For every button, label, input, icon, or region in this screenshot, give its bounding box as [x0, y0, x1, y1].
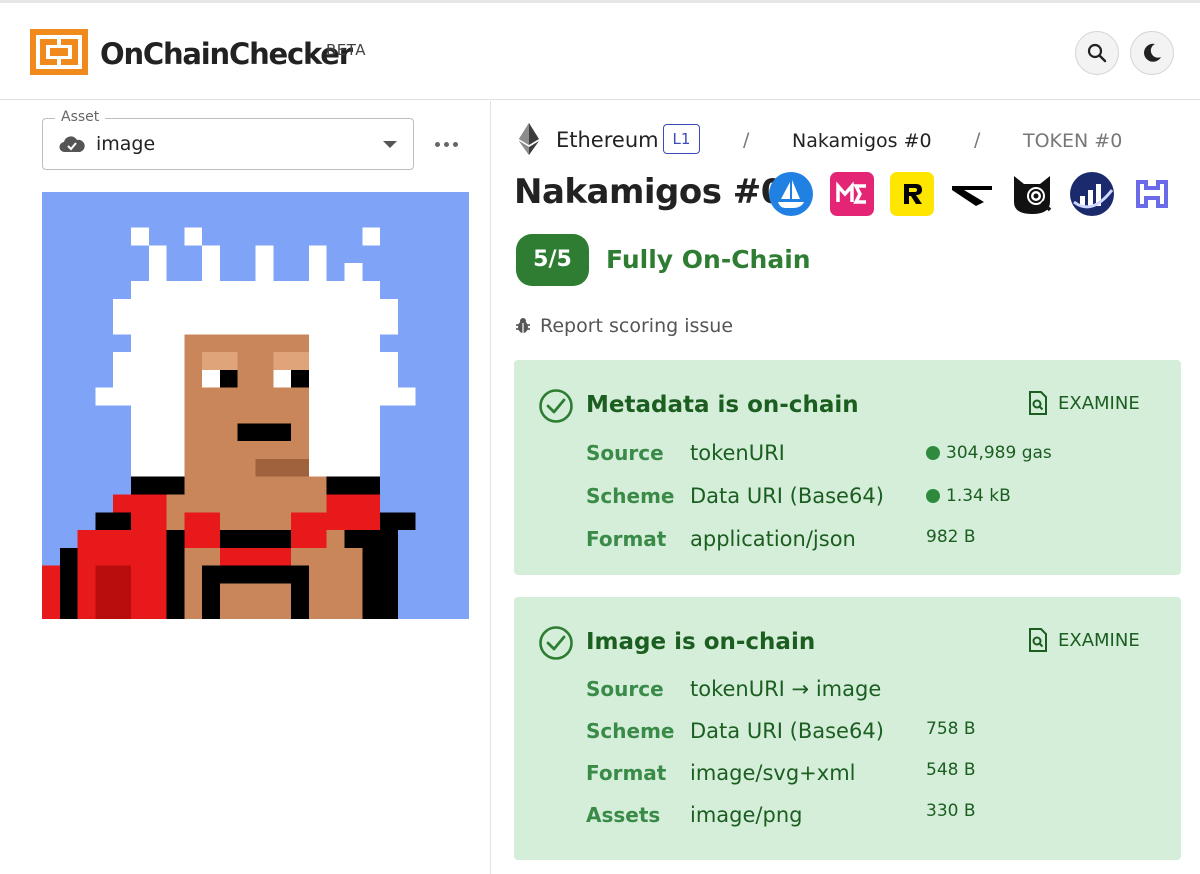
theme-toggle-button[interactable]	[1130, 31, 1174, 75]
asset-select-label: Asset	[55, 109, 106, 125]
app-header: OnChainChecker BETA	[0, 3, 1200, 100]
opensea-icon[interactable]	[769, 172, 813, 216]
search-button[interactable]	[1075, 31, 1119, 75]
row-stat: 758 B	[926, 719, 976, 739]
chain-link-icon[interactable]	[1130, 172, 1174, 216]
check-circle-icon	[539, 626, 573, 660]
bug-icon	[516, 318, 530, 333]
row-value: Data URI (Base64)	[690, 484, 884, 508]
x2y2-icon[interactable]	[950, 172, 994, 216]
row-value: tokenURI → image	[690, 677, 882, 701]
row-label: Source	[586, 677, 664, 701]
row-stat: 304,989 gas	[926, 443, 1052, 463]
dot-icon	[452, 141, 458, 147]
report-issue-label: Report scoring issue	[540, 315, 734, 337]
panel-divider	[490, 101, 491, 874]
document-search-icon	[1029, 628, 1047, 652]
examine-label: EXAMINE	[1058, 629, 1140, 651]
more-options-button[interactable]	[430, 132, 462, 156]
row-value: image/png	[690, 803, 803, 827]
check-circle-icon	[539, 389, 573, 423]
gas-value: 304,989 gas	[946, 443, 1052, 463]
analytics-icon[interactable]	[1070, 172, 1114, 216]
page-title: Nakamigos #0	[514, 172, 784, 212]
breadcrumb-separator: /	[974, 129, 981, 151]
row-label: Scheme	[586, 484, 675, 508]
metadata-card-title: Metadata is on-chain	[586, 392, 859, 418]
beta-badge: BETA	[326, 41, 367, 59]
document-search-icon	[1029, 391, 1047, 415]
row-value: tokenURI	[690, 441, 785, 465]
row-value: image/svg+xml	[690, 761, 856, 785]
row-stat: 548 B	[926, 760, 976, 780]
row-label: Format	[586, 527, 667, 551]
examine-image-button[interactable]: EXAMINE	[1028, 628, 1140, 652]
breadcrumb-collection[interactable]: Nakamigos #0	[792, 130, 932, 152]
dot-icon	[443, 141, 449, 147]
status-dot-icon	[926, 446, 940, 460]
magic-eden-icon[interactable]	[830, 172, 874, 216]
row-stat: 1.34 kB	[926, 486, 1011, 506]
row-label: Source	[586, 441, 664, 465]
breadcrumb-token: TOKEN #0	[1023, 130, 1123, 152]
asset-select[interactable]: Asset image	[42, 109, 414, 170]
breadcrumb-separator: /	[743, 129, 750, 151]
row-value: application/json	[690, 527, 856, 551]
metadata-card: Metadata is on-chain EXAMINE Source toke…	[514, 360, 1181, 575]
examine-label: EXAMINE	[1058, 392, 1140, 414]
row-label: Scheme	[586, 719, 675, 743]
image-card-title: Image is on-chain	[586, 629, 816, 655]
score-label: Fully On-Chain	[606, 245, 811, 274]
cat-lens-icon[interactable]	[1010, 172, 1054, 216]
search-icon	[1087, 43, 1107, 63]
row-value: Data URI (Base64)	[690, 719, 884, 743]
layer-badge: L1	[663, 124, 700, 154]
row-stat: 330 B	[926, 801, 976, 821]
row-label: Assets	[586, 803, 661, 827]
status-dot-icon	[926, 489, 940, 503]
dot-icon	[434, 141, 440, 147]
score-badge: 5/5	[516, 234, 589, 286]
chevron-down-icon	[383, 141, 397, 148]
row-stat: 982 B	[926, 527, 976, 547]
size-value: 1.34 kB	[946, 486, 1011, 506]
rarible-icon[interactable]	[890, 172, 934, 216]
logo-icon[interactable]	[30, 29, 88, 75]
cloud-icon	[59, 136, 85, 153]
report-issue-link[interactable]: Report scoring issue	[514, 315, 733, 337]
image-card: Image is on-chain EXAMINE Source tokenUR…	[514, 597, 1181, 860]
nft-image	[42, 192, 469, 619]
examine-metadata-button[interactable]: EXAMINE	[1028, 391, 1140, 415]
moon-icon	[1144, 43, 1161, 62]
row-label: Format	[586, 761, 667, 785]
asset-select-value: image	[96, 133, 156, 155]
app-name[interactable]: OnChainChecker	[100, 37, 353, 71]
breadcrumb-chain[interactable]: Ethereum	[556, 128, 659, 152]
ethereum-icon	[519, 123, 539, 155]
